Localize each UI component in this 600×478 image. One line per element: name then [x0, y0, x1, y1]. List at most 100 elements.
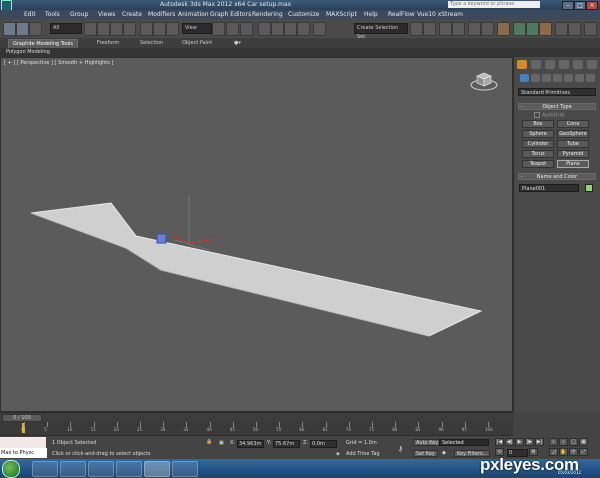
select-manipulate-icon[interactable] [226, 22, 239, 36]
redo-icon[interactable] [16, 22, 29, 36]
box-button[interactable]: Box [522, 120, 554, 128]
angle-snap-icon[interactable] [271, 22, 284, 36]
tube-button[interactable]: Tube [557, 140, 589, 148]
key-mode-icon[interactable]: ⚷ [398, 445, 403, 453]
menu-group[interactable]: Group [70, 11, 88, 18]
sphere-button[interactable]: Sphere [522, 130, 554, 138]
menu-help[interactable]: Help [364, 11, 378, 18]
tab-freeform[interactable]: Freeform [97, 40, 119, 46]
object-color-swatch[interactable] [585, 184, 593, 192]
menu-views[interactable]: Views [98, 11, 115, 18]
maximize-viewport-icon[interactable]: ⤢ [579, 448, 588, 456]
maximize-button[interactable]: □ [574, 1, 586, 10]
render-setup-icon[interactable] [513, 22, 526, 36]
track-bar[interactable]: 0 5 10 15 20 25 30 35 40 45 50 55 60 65 70 75 80 85 90 95 10… [0, 422, 513, 435]
rotate-icon[interactable] [153, 22, 166, 36]
window-crossing-icon[interactable] [123, 22, 136, 36]
cameras-category-icon[interactable] [553, 74, 562, 82]
add-time-tag-button[interactable]: Add Time Tag [346, 451, 380, 457]
tab-selection[interactable]: Selection [140, 40, 163, 46]
modify-tab-icon[interactable] [531, 60, 541, 69]
menu-tools[interactable]: Tools [45, 11, 60, 18]
torus-button[interactable]: Torus [522, 150, 554, 158]
perspective-viewport[interactable]: [ + ] [ Perspective ] [ Smooth + Highlig… [0, 57, 513, 412]
explorer-taskbar-icon[interactable] [60, 461, 86, 477]
reference-coord-dropdown[interactable]: View [182, 23, 212, 34]
graphite-toggle-icon[interactable] [452, 22, 465, 36]
firefox-taskbar-icon[interactable] [116, 461, 142, 477]
rect-selection-icon[interactable] [110, 22, 123, 36]
hierarchy-tab-icon[interactable] [545, 60, 555, 69]
zoom-all-icon[interactable]: ⌕ [559, 438, 568, 446]
display-tab-icon[interactable] [573, 60, 583, 69]
schematic-view-icon[interactable] [481, 22, 494, 36]
plane-button[interactable]: Plane [557, 160, 589, 168]
close-button[interactable]: × [586, 1, 598, 10]
create-tab-icon[interactable] [517, 60, 527, 69]
menu-graph-editors[interactable]: Graph Editors [210, 11, 251, 18]
y-coord-field[interactable]: 75.67m [273, 440, 300, 448]
autogrid-checkbox[interactable]: AutoGrid [534, 112, 564, 119]
auto-key-button[interactable]: Auto Key [413, 439, 442, 446]
object-name-input[interactable]: Plane001 [519, 184, 579, 192]
edit-named-selection-icon[interactable] [313, 22, 326, 36]
primitive-type-dropdown[interactable]: Standard Primitives [518, 88, 596, 96]
3dsmax-taskbar-icon[interactable] [144, 461, 170, 477]
rendered-frame-icon[interactable] [526, 22, 539, 36]
menu-animation[interactable]: Animation [178, 11, 209, 18]
x-coord-field[interactable]: 34.963m [237, 440, 264, 448]
minimize-button[interactable]: – [562, 1, 574, 10]
material-editor-icon[interactable] [497, 22, 510, 36]
object-type-rollout-header[interactable]: - Object Type [518, 103, 596, 110]
set-key-button[interactable]: Set Key [413, 450, 438, 457]
zoom-icon[interactable]: ⌕ [549, 438, 558, 446]
teapot-button[interactable]: Teapot [522, 160, 554, 168]
select-object-icon[interactable] [84, 22, 97, 36]
scale-icon[interactable] [166, 22, 179, 36]
keyboard-shortcut-icon[interactable] [240, 22, 253, 36]
render-iterative-icon[interactable] [555, 22, 568, 36]
curve-editor-icon[interactable] [468, 22, 481, 36]
goto-end-icon[interactable]: ▶| [535, 438, 544, 446]
spacewarps-category-icon[interactable] [575, 74, 584, 82]
select-by-name-icon[interactable] [97, 22, 110, 36]
menu-modifiers[interactable]: Modifiers [148, 11, 175, 18]
move-icon[interactable] [140, 22, 153, 36]
motion-tab-icon[interactable] [559, 60, 569, 69]
selection-filter-dropdown[interactable]: All [50, 23, 82, 34]
play-icon[interactable]: ▶ [515, 438, 524, 446]
set-key-icon[interactable]: ◆ [442, 450, 446, 456]
named-selection-dropdown[interactable]: Create Selection Set [354, 23, 408, 40]
cone-button[interactable]: Cone [557, 120, 589, 128]
z-coord-field[interactable]: 0.0m [310, 440, 337, 448]
lock-icon[interactable]: 🔒 [206, 439, 212, 445]
geometry-category-icon[interactable] [520, 74, 529, 82]
start-button[interactable] [2, 460, 20, 478]
helpers-category-icon[interactable] [564, 74, 573, 82]
menu-customize[interactable]: Customize [288, 11, 320, 18]
vue-render-icon[interactable] [584, 22, 597, 36]
menu-create[interactable]: Create [122, 11, 142, 18]
percent-snap-icon[interactable] [284, 22, 297, 36]
ie-taskbar-icon[interactable] [32, 461, 58, 477]
photoshop-taskbar-icon[interactable] [172, 461, 198, 477]
menu-rendering[interactable]: Rendering [252, 11, 283, 18]
pivot-center-icon[interactable] [212, 22, 225, 36]
menu-realflow[interactable]: RealFlow [388, 11, 415, 18]
zoom-extents-all-icon[interactable]: ▣ [579, 438, 588, 446]
undo-icon[interactable] [3, 22, 16, 36]
prev-frame-icon[interactable]: ◀| [505, 438, 514, 446]
menu-vue-xstream[interactable]: Vue10 xStream [417, 11, 463, 18]
media-player-taskbar-icon[interactable] [88, 461, 114, 477]
activeshade-icon[interactable] [568, 22, 581, 36]
search-input[interactable]: Type a keyword or phrase [448, 1, 540, 8]
name-color-rollout-header[interactable]: - Name and Color [518, 173, 596, 180]
zoom-extents-icon[interactable]: ▢ [569, 438, 578, 446]
align-icon[interactable] [423, 22, 436, 36]
tab-object-paint[interactable]: Object Paint [182, 40, 212, 46]
cylinder-button[interactable]: Cylinder [522, 140, 554, 148]
pyramid-button[interactable]: Pyramid [557, 150, 589, 158]
time-slider-knob[interactable]: 0 / 100 [2, 414, 42, 422]
render-production-icon[interactable] [539, 22, 552, 36]
geosphere-button[interactable]: GeoSphere [557, 130, 589, 138]
